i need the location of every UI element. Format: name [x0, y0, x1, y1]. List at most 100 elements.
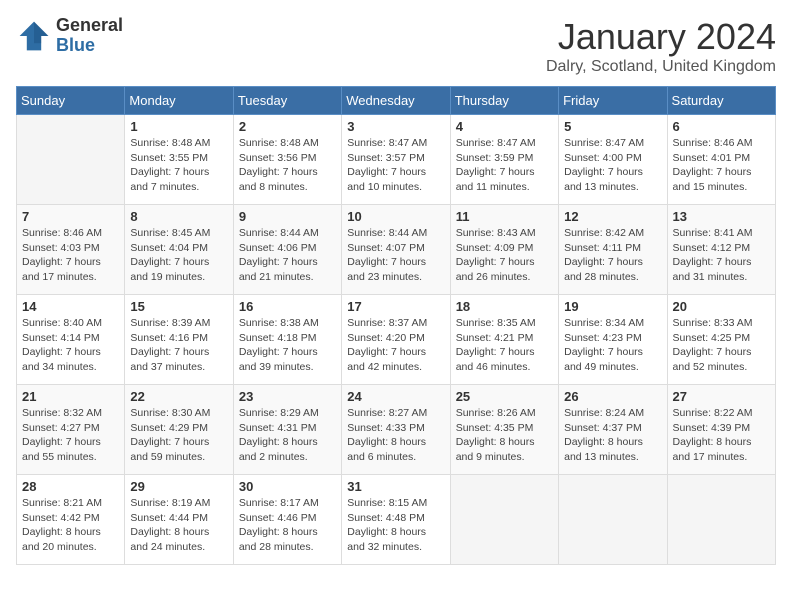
day-info: Sunrise: 8:27 AMSunset: 4:33 PMDaylight:…	[347, 406, 444, 465]
day-info: Sunrise: 8:45 AMSunset: 4:04 PMDaylight:…	[130, 226, 227, 285]
day-number: 16	[239, 299, 336, 314]
day-info: Sunrise: 8:43 AMSunset: 4:09 PMDaylight:…	[456, 226, 553, 285]
calendar-week-3: 14 Sunrise: 8:40 AMSunset: 4:14 PMDaylig…	[17, 295, 776, 385]
day-number: 22	[130, 389, 227, 404]
logo: General Blue	[16, 16, 123, 56]
day-info: Sunrise: 8:35 AMSunset: 4:21 PMDaylight:…	[456, 316, 553, 375]
day-number: 14	[22, 299, 119, 314]
col-tuesday: Tuesday	[233, 87, 341, 115]
day-info: Sunrise: 8:47 AMSunset: 3:57 PMDaylight:…	[347, 136, 444, 195]
day-number: 17	[347, 299, 444, 314]
logo-text: General Blue	[56, 16, 123, 56]
calendar-cell: 6 Sunrise: 8:46 AMSunset: 4:01 PMDayligh…	[667, 115, 775, 205]
day-number: 28	[22, 479, 119, 494]
day-number: 13	[673, 209, 770, 224]
header: General Blue January 2024 Dalry, Scotlan…	[16, 16, 776, 76]
day-number: 27	[673, 389, 770, 404]
calendar-cell: 26 Sunrise: 8:24 AMSunset: 4:37 PMDaylig…	[559, 385, 667, 475]
col-saturday: Saturday	[667, 87, 775, 115]
calendar-cell	[559, 475, 667, 565]
calendar-cell: 14 Sunrise: 8:40 AMSunset: 4:14 PMDaylig…	[17, 295, 125, 385]
calendar-cell: 23 Sunrise: 8:29 AMSunset: 4:31 PMDaylig…	[233, 385, 341, 475]
day-info: Sunrise: 8:40 AMSunset: 4:14 PMDaylight:…	[22, 316, 119, 375]
day-info: Sunrise: 8:26 AMSunset: 4:35 PMDaylight:…	[456, 406, 553, 465]
calendar-cell: 9 Sunrise: 8:44 AMSunset: 4:06 PMDayligh…	[233, 205, 341, 295]
day-number: 8	[130, 209, 227, 224]
day-info: Sunrise: 8:34 AMSunset: 4:23 PMDaylight:…	[564, 316, 661, 375]
calendar-cell: 13 Sunrise: 8:41 AMSunset: 4:12 PMDaylig…	[667, 205, 775, 295]
day-info: Sunrise: 8:33 AMSunset: 4:25 PMDaylight:…	[673, 316, 770, 375]
calendar-cell: 2 Sunrise: 8:48 AMSunset: 3:56 PMDayligh…	[233, 115, 341, 205]
day-number: 10	[347, 209, 444, 224]
day-number: 12	[564, 209, 661, 224]
day-info: Sunrise: 8:44 AMSunset: 4:07 PMDaylight:…	[347, 226, 444, 285]
calendar-cell	[450, 475, 558, 565]
calendar-cell: 20 Sunrise: 8:33 AMSunset: 4:25 PMDaylig…	[667, 295, 775, 385]
calendar-table: Sunday Monday Tuesday Wednesday Thursday…	[16, 86, 776, 565]
day-number: 31	[347, 479, 444, 494]
day-info: Sunrise: 8:19 AMSunset: 4:44 PMDaylight:…	[130, 496, 227, 555]
day-info: Sunrise: 8:48 AMSunset: 3:55 PMDaylight:…	[130, 136, 227, 195]
day-info: Sunrise: 8:41 AMSunset: 4:12 PMDaylight:…	[673, 226, 770, 285]
day-info: Sunrise: 8:37 AMSunset: 4:20 PMDaylight:…	[347, 316, 444, 375]
day-info: Sunrise: 8:17 AMSunset: 4:46 PMDaylight:…	[239, 496, 336, 555]
day-number: 20	[673, 299, 770, 314]
calendar-cell: 22 Sunrise: 8:30 AMSunset: 4:29 PMDaylig…	[125, 385, 233, 475]
day-number: 4	[456, 119, 553, 134]
day-number: 5	[564, 119, 661, 134]
calendar-cell: 1 Sunrise: 8:48 AMSunset: 3:55 PMDayligh…	[125, 115, 233, 205]
day-info: Sunrise: 8:30 AMSunset: 4:29 PMDaylight:…	[130, 406, 227, 465]
calendar-cell: 29 Sunrise: 8:19 AMSunset: 4:44 PMDaylig…	[125, 475, 233, 565]
col-monday: Monday	[125, 87, 233, 115]
day-info: Sunrise: 8:21 AMSunset: 4:42 PMDaylight:…	[22, 496, 119, 555]
day-number: 23	[239, 389, 336, 404]
col-thursday: Thursday	[450, 87, 558, 115]
calendar-cell: 25 Sunrise: 8:26 AMSunset: 4:35 PMDaylig…	[450, 385, 558, 475]
calendar-cell: 27 Sunrise: 8:22 AMSunset: 4:39 PMDaylig…	[667, 385, 775, 475]
day-number: 11	[456, 209, 553, 224]
calendar-cell: 8 Sunrise: 8:45 AMSunset: 4:04 PMDayligh…	[125, 205, 233, 295]
col-friday: Friday	[559, 87, 667, 115]
title-area: January 2024 Dalry, Scotland, United Kin…	[546, 16, 776, 76]
day-number: 21	[22, 389, 119, 404]
day-number: 9	[239, 209, 336, 224]
day-info: Sunrise: 8:32 AMSunset: 4:27 PMDaylight:…	[22, 406, 119, 465]
calendar-cell: 16 Sunrise: 8:38 AMSunset: 4:18 PMDaylig…	[233, 295, 341, 385]
day-info: Sunrise: 8:15 AMSunset: 4:48 PMDaylight:…	[347, 496, 444, 555]
calendar-cell: 31 Sunrise: 8:15 AMSunset: 4:48 PMDaylig…	[342, 475, 450, 565]
calendar-cell: 28 Sunrise: 8:21 AMSunset: 4:42 PMDaylig…	[17, 475, 125, 565]
calendar-cell: 5 Sunrise: 8:47 AMSunset: 4:00 PMDayligh…	[559, 115, 667, 205]
day-number: 25	[456, 389, 553, 404]
day-info: Sunrise: 8:22 AMSunset: 4:39 PMDaylight:…	[673, 406, 770, 465]
day-info: Sunrise: 8:46 AMSunset: 4:01 PMDaylight:…	[673, 136, 770, 195]
calendar-cell: 19 Sunrise: 8:34 AMSunset: 4:23 PMDaylig…	[559, 295, 667, 385]
calendar-cell	[17, 115, 125, 205]
col-wednesday: Wednesday	[342, 87, 450, 115]
calendar-cell: 17 Sunrise: 8:37 AMSunset: 4:20 PMDaylig…	[342, 295, 450, 385]
day-number: 1	[130, 119, 227, 134]
day-info: Sunrise: 8:42 AMSunset: 4:11 PMDaylight:…	[564, 226, 661, 285]
month-title: January 2024	[546, 16, 776, 58]
calendar-cell: 11 Sunrise: 8:43 AMSunset: 4:09 PMDaylig…	[450, 205, 558, 295]
calendar-cell	[667, 475, 775, 565]
calendar-week-5: 28 Sunrise: 8:21 AMSunset: 4:42 PMDaylig…	[17, 475, 776, 565]
calendar-cell: 4 Sunrise: 8:47 AMSunset: 3:59 PMDayligh…	[450, 115, 558, 205]
location-title: Dalry, Scotland, United Kingdom	[546, 58, 776, 76]
day-number: 29	[130, 479, 227, 494]
calendar-week-1: 1 Sunrise: 8:48 AMSunset: 3:55 PMDayligh…	[17, 115, 776, 205]
calendar-cell: 7 Sunrise: 8:46 AMSunset: 4:03 PMDayligh…	[17, 205, 125, 295]
day-number: 19	[564, 299, 661, 314]
calendar-cell: 12 Sunrise: 8:42 AMSunset: 4:11 PMDaylig…	[559, 205, 667, 295]
day-info: Sunrise: 8:29 AMSunset: 4:31 PMDaylight:…	[239, 406, 336, 465]
day-number: 3	[347, 119, 444, 134]
day-info: Sunrise: 8:24 AMSunset: 4:37 PMDaylight:…	[564, 406, 661, 465]
day-info: Sunrise: 8:39 AMSunset: 4:16 PMDaylight:…	[130, 316, 227, 375]
day-info: Sunrise: 8:47 AMSunset: 3:59 PMDaylight:…	[456, 136, 553, 195]
day-info: Sunrise: 8:47 AMSunset: 4:00 PMDaylight:…	[564, 136, 661, 195]
calendar-week-4: 21 Sunrise: 8:32 AMSunset: 4:27 PMDaylig…	[17, 385, 776, 475]
day-info: Sunrise: 8:48 AMSunset: 3:56 PMDaylight:…	[239, 136, 336, 195]
day-number: 24	[347, 389, 444, 404]
header-row: Sunday Monday Tuesday Wednesday Thursday…	[17, 87, 776, 115]
day-number: 18	[456, 299, 553, 314]
day-number: 7	[22, 209, 119, 224]
